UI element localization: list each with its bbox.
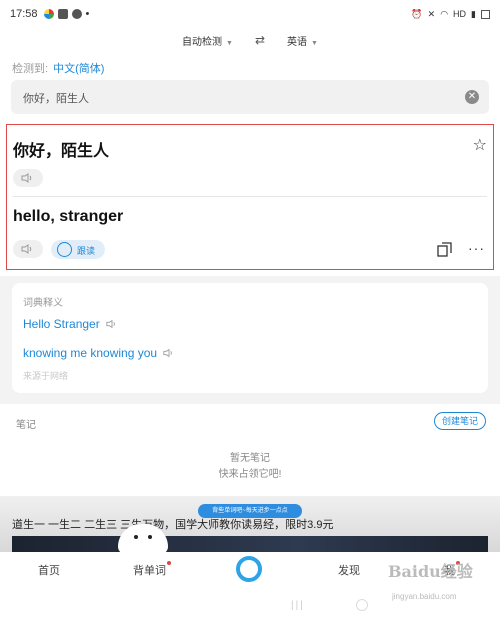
dictionary-item[interactable]: knowing me knowing you <box>23 346 175 360</box>
home-icon[interactable] <box>356 599 368 611</box>
speaker-icon[interactable] <box>163 348 175 358</box>
source-text-value: 你好，陌生人 <box>23 93 89 105</box>
language-bar: 自动检测 ▼ ⇄ 英语 ▼ <box>0 28 500 52</box>
notes-empty-hint: 快来占领它吧! <box>218 469 282 480</box>
notes-empty-text: 暂无笔记 <box>230 453 270 464</box>
chevron-down-icon: ▼ <box>226 39 233 47</box>
alarm-icon: ⏰ <box>411 8 423 19</box>
speaker-icon <box>21 244 32 254</box>
dictionary-item-text: knowing me knowing you <box>23 346 158 360</box>
translation-speaker-button[interactable] <box>13 240 43 258</box>
promo-banner-text: 道生一 一生二 二生三 三生万物，国学大师教你读易经，限时3.9元 <box>12 519 334 531</box>
tab-vocabulary[interactable]: 背单词 <box>133 561 171 578</box>
translation-result-card: 你好，陌生人 ☆ hello, stranger 跟读 ··· <box>6 124 494 270</box>
follow-read-label: 跟读 <box>77 246 96 256</box>
result-source-text: 你好，陌生人 <box>13 143 110 160</box>
voice-assistant-icon[interactable] <box>236 556 262 582</box>
signal-icon: ▮ <box>471 8 476 19</box>
notes-title: 笔记 <box>16 420 36 431</box>
more-notifications-icon: • <box>85 8 90 20</box>
detected-language-value[interactable]: 中文(简体) <box>53 63 104 75</box>
status-right: ⏰ ✕ ◠ HD ▮ <box>411 9 490 20</box>
status-time: 17:58 <box>10 8 38 20</box>
follow-read-button[interactable]: 跟读 <box>51 240 105 259</box>
mute-icon: ✕ <box>427 8 436 19</box>
favorite-star-icon[interactable]: ☆ <box>473 135 487 155</box>
follow-read-face-icon <box>57 242 72 257</box>
dictionary-card: 词典释义 Hello Stranger knowing me knowing y… <box>12 283 488 393</box>
gallery-notification-icon <box>57 9 68 19</box>
battery-icon <box>481 9 490 19</box>
chat-notification-icon <box>71 9 82 19</box>
create-note-button[interactable]: 创建笔记 <box>434 412 486 430</box>
target-language-select[interactable]: 英语 ▼ <box>287 33 318 48</box>
translation-text: hello, stranger <box>13 208 124 225</box>
more-options-icon[interactable]: ··· <box>468 240 485 256</box>
speaker-icon[interactable] <box>106 319 118 329</box>
input-area: 你好，陌生人 ✕ <box>0 78 500 118</box>
source-language-select[interactable]: 自动检测 ▼ <box>182 33 233 48</box>
recents-icon[interactable]: ||| <box>291 600 305 611</box>
dictionary-item-text: Hello Stranger <box>23 317 100 331</box>
watermark-url: jingyan.baidu.com <box>392 592 457 601</box>
source-text-input[interactable]: 你好，陌生人 ✕ <box>11 80 489 114</box>
network-type-label: HD <box>453 9 467 19</box>
source-speaker-button[interactable] <box>13 169 43 187</box>
dictionary-item[interactable]: Hello Stranger <box>23 317 118 331</box>
notification-dot <box>167 561 171 565</box>
app-notification-icon <box>43 9 54 19</box>
notes-section: 笔记 创建笔记 暂无笔记 快来占领它吧! <box>0 404 500 496</box>
watermark-logo: Baidu经验 <box>388 562 473 581</box>
baidu-jingyan-watermark: Baidu经验 jingyan.baidu.com <box>388 558 492 608</box>
dictionary-source-note: 来源于网络 <box>23 371 69 381</box>
detected-language: 检测到: 中文(简体) <box>0 52 500 78</box>
tab-home[interactable]: 首页 <box>38 562 60 578</box>
result-divider <box>13 196 487 197</box>
promo-banner-image <box>12 536 488 552</box>
chevron-down-icon: ▼ <box>311 39 318 47</box>
dictionary-title: 词典释义 <box>23 298 63 309</box>
tab-discover[interactable]: 发现 <box>338 562 360 578</box>
status-bar: 17:58 • ⏰ ✕ ◠ HD ▮ <box>0 0 500 28</box>
swap-languages-icon[interactable]: ⇄ <box>255 33 265 47</box>
wifi-icon: ◠ <box>440 8 449 19</box>
copy-icon[interactable] <box>437 242 452 257</box>
mascot-speech-bubble: 背些单词吧~每天进步一点点 <box>198 504 302 518</box>
detect-label: 检测到: <box>12 63 49 75</box>
clear-icon[interactable]: ✕ <box>465 90 479 104</box>
speaker-icon <box>21 173 32 183</box>
